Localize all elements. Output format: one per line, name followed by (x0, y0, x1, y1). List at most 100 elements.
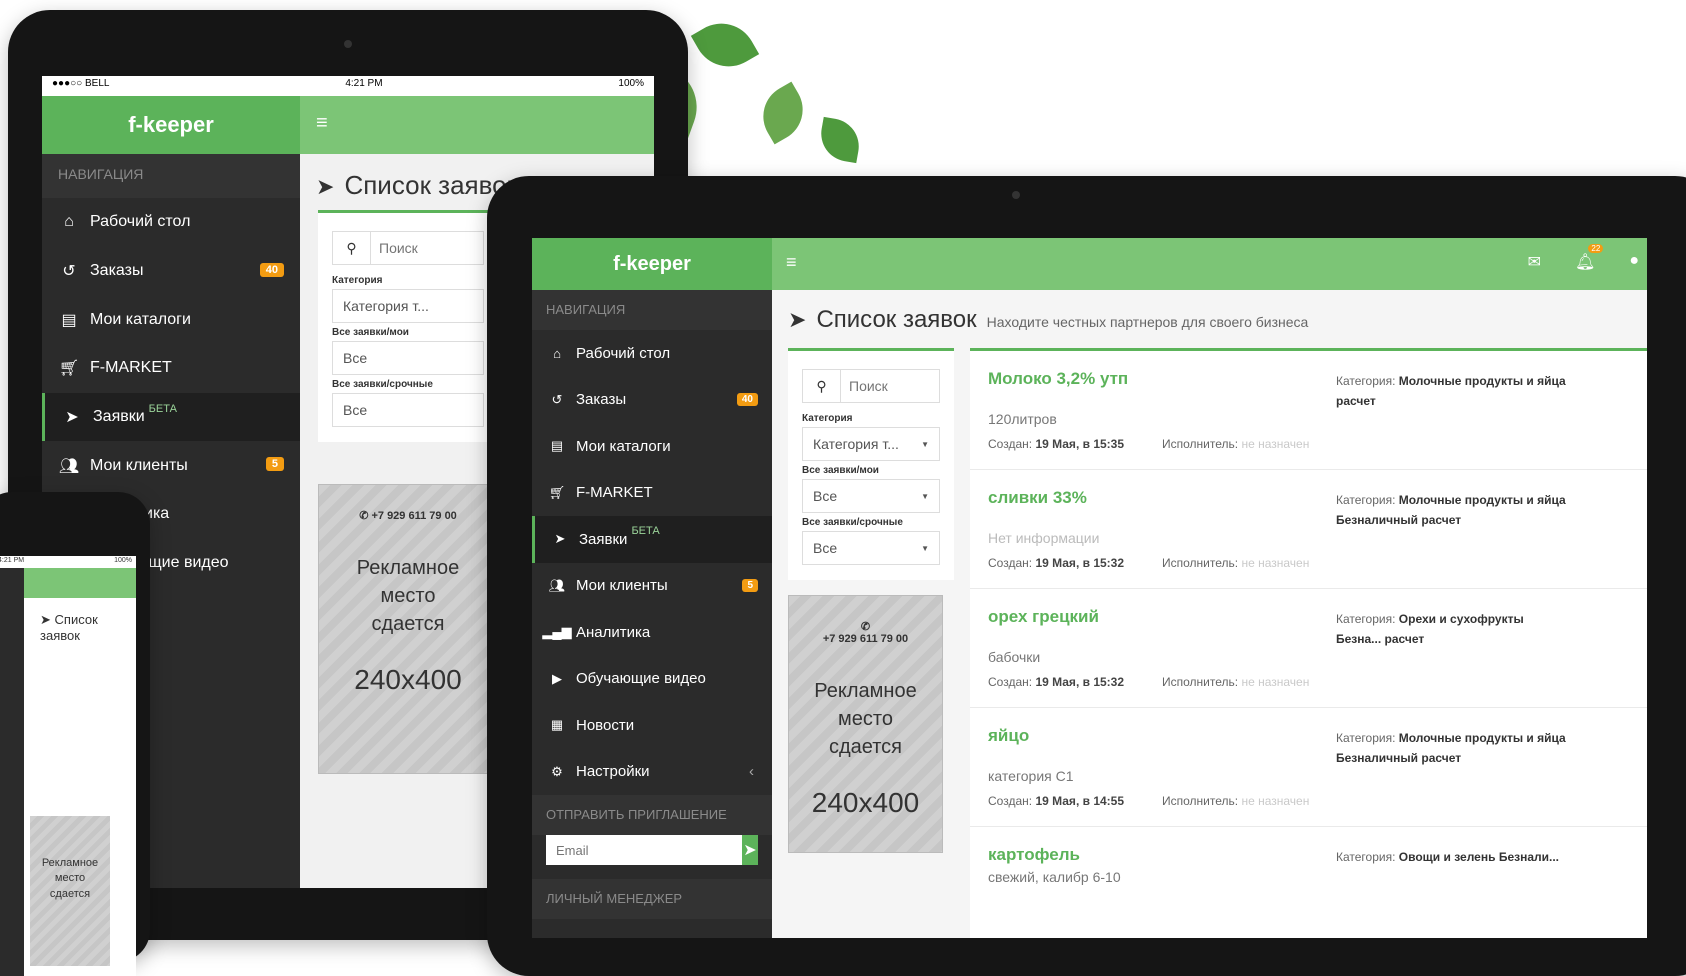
hamburger-icon[interactable]: ≡ (786, 252, 797, 273)
camera (1012, 191, 1020, 199)
ad-phone-text: +7 929 611 79 00 (371, 510, 457, 522)
ad-line: Рекламное (41, 857, 99, 869)
brand-logo[interactable]: f-keeper (532, 238, 772, 290)
request-category: Категория: Овощи и зелень Безнали... (1336, 847, 1576, 867)
sidebar-item-label: F-MARKET (90, 359, 172, 377)
leaf-decoration (751, 81, 815, 145)
gear-icon: ⚙ (551, 763, 563, 779)
ad-line: место (54, 872, 86, 885)
scope-label: Все заявки/мои (802, 465, 879, 476)
category-label: Категория: (1336, 850, 1396, 864)
sidebar-item-news[interactable]: ▦ Новости (532, 702, 772, 749)
nav-heading: НАВИГАЦИЯ (42, 154, 300, 198)
ad-line: сдается (49, 887, 91, 900)
send-invite-button[interactable]: ➤ (742, 835, 758, 865)
payment-value: Безнали... (1498, 850, 1559, 864)
sidebar-item-orders[interactable]: ↺ Заказы 40 (532, 377, 772, 424)
ad-banner[interactable]: ✆ +7 929 611 79 00 Рекламное место сдается … (788, 595, 943, 853)
category-label: Категория: (1336, 731, 1396, 745)
search-icon[interactable]: ⚲ (803, 370, 841, 402)
created-label: Создан: (988, 437, 1033, 451)
chevron-down-icon: ▼ (921, 439, 929, 449)
search-icon[interactable]: ⚲ (333, 232, 371, 264)
request-row[interactable]: Молоко 3,2% утп 120литров Создан: 19 Мая… (970, 351, 1647, 470)
sidebar-item-clients[interactable]: 👥︎ Мои клиенты 5 (42, 441, 300, 490)
sidebar-item-fmarket[interactable]: 🛒︎ F-MARKET (42, 344, 300, 393)
status-bar: ●●●○○ BELL 4:21 PM 100% (42, 76, 654, 96)
mail-icon[interactable]: ✉ (1528, 252, 1541, 272)
scope-select[interactable]: Все (332, 341, 484, 375)
request-row[interactable]: картофель свежий, калибр 6-10 Категория:… (970, 827, 1647, 938)
request-row[interactable]: орех грецкий бабочки Создан: 19 Мая, в 1… (970, 589, 1647, 708)
urgency-select[interactable]: Все (332, 393, 484, 427)
phone-ad-banner[interactable]: Рекламное место сдается (30, 816, 110, 966)
sidebar-item-videos[interactable]: ▶ Обучающие видео (532, 656, 772, 703)
page-title: ➤ Список заявок (316, 170, 518, 201)
sidebar-item-dashboard[interactable]: ⌂ Рабочий стол (42, 198, 300, 247)
sidebar-item-settings[interactable]: ⚙ Настройки ‹ (532, 749, 772, 796)
request-category: Категория: Молочные продукты и яйца Безна… (1336, 490, 1576, 530)
created-date: 19 Мая, в 15:32 (1035, 556, 1125, 570)
phone-status-time: 4:21 PM (0, 557, 25, 564)
search-input[interactable] (371, 232, 483, 264)
clients-badge: 5 (742, 578, 758, 592)
sidebar-item-catalogs[interactable]: ▤ Мои каталоги (532, 423, 772, 470)
sidebar-item-label: Заявки (93, 408, 145, 426)
request-category: Категория: Молочные продукты и яйца Безна… (1336, 728, 1576, 768)
invite-form: ➤ (546, 835, 758, 865)
request-desc: свежий, калибр 6-10 (988, 869, 1121, 885)
sidebar-item-requests[interactable]: ➤ Заявки БЕТА (532, 516, 772, 563)
list-icon: ▤ (61, 311, 77, 329)
scope-select-value: Все (813, 488, 838, 504)
carrier: ●●●○○ BELL (52, 78, 110, 89)
sidebar-item-dashboard[interactable]: ⌂ Рабочий стол (532, 330, 772, 377)
send-icon: ➤ (788, 307, 807, 332)
ad-line: место (838, 708, 893, 730)
urgency-select[interactable]: Все ▼ (802, 531, 940, 565)
send-icon: ➤ (316, 174, 335, 199)
category-select[interactable]: Категория т... ▼ (802, 427, 940, 461)
cart-icon: 🛒︎ (58, 360, 80, 378)
bell-icon[interactable]: 🔔︎ 22 (1575, 244, 1604, 272)
filters-panel: ⚲ Категория Категория т... ▼ Все заявки/м… (788, 348, 954, 580)
phone-page-title-text: Список заявок (40, 612, 98, 643)
category-value: Молочные продукты и яйца (1398, 493, 1566, 507)
sidebar-item-clients[interactable]: 👥︎ Мои клиенты 5 (532, 563, 772, 610)
users-icon: 👥︎ (548, 577, 566, 593)
user-icon[interactable]: ● (1629, 252, 1639, 272)
sidebar-item-analytics[interactable]: ▂▄▆ Аналитика (532, 609, 772, 656)
send-icon: ➤ (65, 409, 79, 427)
send-icon: ➤ (554, 531, 566, 547)
category-label: Категория: (1336, 374, 1396, 388)
scope-select[interactable]: Все ▼ (802, 479, 940, 513)
executor-label: Исполнитель: (1162, 556, 1239, 570)
email-field[interactable] (546, 835, 742, 865)
sidebar-item-label: Заказы (90, 262, 144, 280)
list-icon: ▤ (550, 438, 564, 454)
request-desc: бабочки (988, 649, 1041, 665)
request-row[interactable]: сливки 33% Нет информации Создан: 19 Мая… (970, 470, 1647, 589)
top-bar: ≡ ✉ 🔔︎ 22 ● (772, 238, 1647, 290)
sidebar-item-fmarket[interactable]: 🛒︎ F-MARKET (532, 470, 772, 517)
invite-heading: ОТПРАВИТЬ ПРИГЛАШЕНИЕ (532, 795, 772, 835)
sidebar-item-label: Обучающие видео (576, 670, 706, 688)
users-icon: 👥︎ (58, 457, 80, 475)
request-desc: Нет информации (988, 530, 1100, 546)
request-row[interactable]: яйцо категория С1 Создан: 19 Мая, в 14:5… (970, 708, 1647, 827)
chevron-left-icon: ‹ (749, 763, 754, 781)
news-icon: ▦ (550, 717, 564, 733)
request-category: Категория: Молочные продукты и яйца расче… (1336, 371, 1576, 411)
payment-value: Безналичный расчет (1336, 513, 1462, 527)
ad-banner[interactable]: ✆ +7 929 611 79 00 Рекламное место сдается… (318, 484, 498, 774)
hamburger-icon[interactable]: ≡ (316, 112, 328, 135)
executor-label: Исполнитель: (1162, 437, 1239, 451)
sidebar-item-catalogs[interactable]: ▤ Мои каталоги (42, 295, 300, 344)
search-input[interactable] (841, 370, 939, 402)
sidebar-item-label: Мои клиенты (90, 456, 188, 474)
request-category: Категория: Орехи и сухофрукты Безна... ра… (1336, 609, 1576, 649)
camera (344, 40, 352, 48)
brand-logo[interactable]: f-keeper (42, 96, 300, 154)
category-select[interactable]: Категория т... (332, 289, 484, 323)
sidebar-item-orders[interactable]: ↺ Заказы 40 (42, 247, 300, 296)
sidebar-item-requests[interactable]: ➤ Заявки БЕТА (42, 392, 300, 442)
